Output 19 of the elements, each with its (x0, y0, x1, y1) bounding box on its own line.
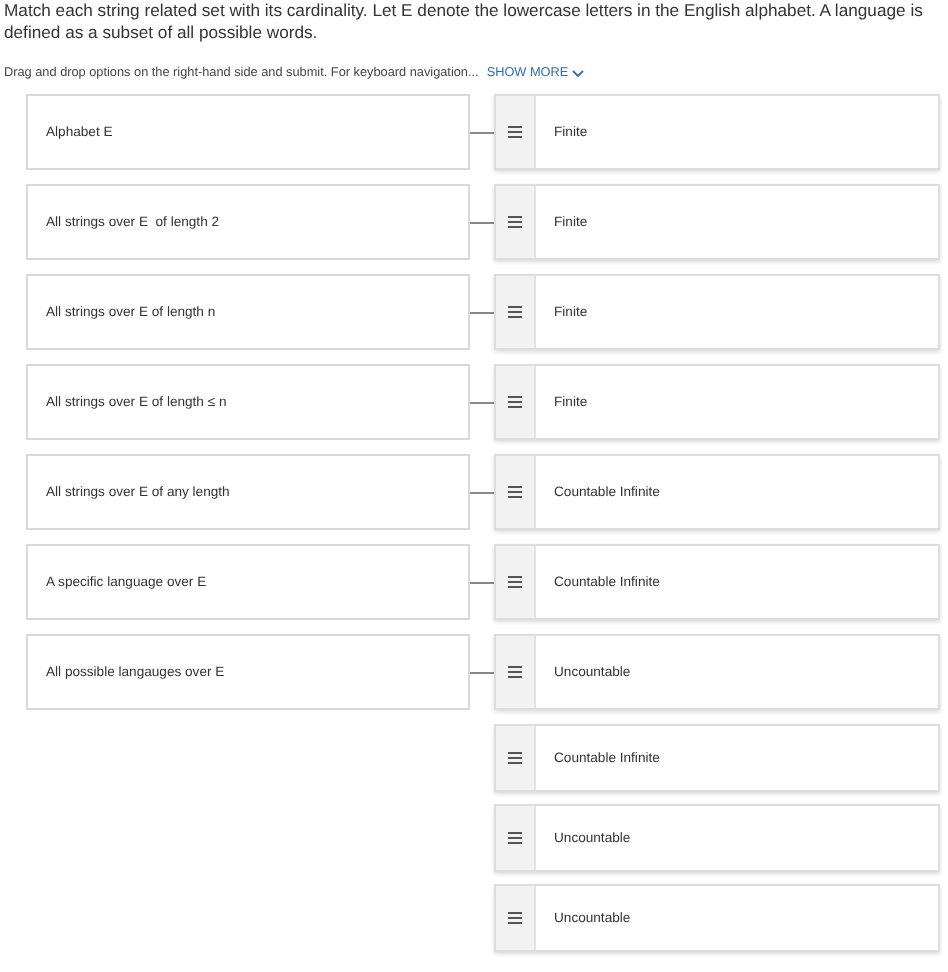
connector-line (470, 221, 494, 223)
drag-handle-icon[interactable] (508, 576, 522, 588)
connector-line (470, 401, 494, 403)
question-text: Match each string related set with its cardinality. Let E denote the lowercase letters in the English alphabet. A language is defined as a subset of all possible words. (4, 0, 925, 44)
drag-handle-icon[interactable] (508, 832, 522, 844)
connector-line (470, 671, 494, 673)
drag-handle-icon[interactable] (508, 306, 522, 318)
chevron-down-icon (572, 69, 585, 77)
drag-handle-icon[interactable] (508, 666, 522, 678)
connector-line (470, 581, 494, 583)
drag-handle-icon[interactable] (508, 486, 522, 498)
connector-line (470, 311, 494, 313)
drag-handle-icon[interactable] (508, 126, 522, 138)
drag-handle-icon[interactable] (508, 912, 522, 924)
connector-line (470, 131, 494, 133)
drag-handle-icon[interactable] (508, 216, 522, 228)
drag-handle-icon[interactable] (508, 752, 522, 764)
connector-line (470, 491, 494, 493)
drag-handle-icon[interactable] (508, 396, 522, 408)
